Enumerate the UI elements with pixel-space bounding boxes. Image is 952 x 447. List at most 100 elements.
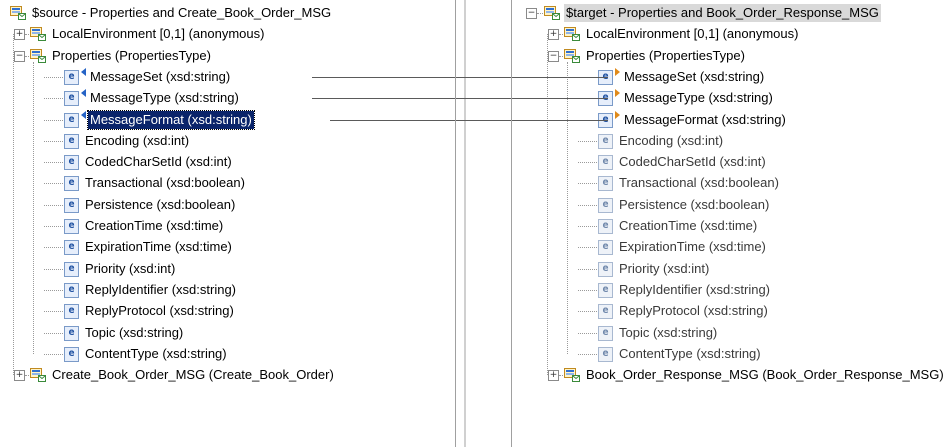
tree-item-label: MessageType (xsd:string) (624, 90, 773, 105)
target-tree: − $target - Properties and Book_Order_Res… (512, 0, 952, 447)
tree-node-group[interactable]: − Properties (PropertiesType) (0, 46, 455, 66)
element-icon: e (598, 134, 613, 149)
expand-toggle-icon[interactable]: + (548, 29, 559, 40)
element-icon: e (64, 240, 79, 255)
element-icon: e (64, 134, 79, 149)
tree-item[interactable]: e ExpirationTime (xsd:time) (512, 237, 952, 257)
expand-toggle-icon[interactable]: + (548, 370, 559, 381)
tree-item-label: ReplyIdentifier (xsd:string) (85, 282, 236, 297)
group-node-label: Properties (PropertiesType) (52, 48, 211, 63)
element-icon: e (64, 91, 79, 106)
tree-item-label: Encoding (xsd:int) (619, 133, 724, 148)
tree-node-group[interactable]: + LocalEnvironment [0,1] (anonymous) (0, 24, 455, 44)
tree-connector-line (44, 98, 63, 99)
group-node-label: LocalEnvironment [0,1] (anonymous) (52, 26, 265, 41)
element-icon: e (598, 240, 613, 255)
expand-toggle-icon[interactable]: + (14, 29, 25, 40)
collapse-toggle-icon[interactable]: − (548, 51, 559, 62)
message-node-label: Create_Book_Order_MSG (Create_Book_Order… (52, 367, 334, 382)
collapse-toggle-icon[interactable]: − (526, 8, 537, 19)
tree-item[interactable]: e ReplyIdentifier (xsd:string) (0, 280, 455, 300)
tree-item[interactable]: e Transactional (xsd:boolean) (0, 173, 455, 193)
tree-item-label: Priority (xsd:int) (619, 261, 710, 276)
tree-item[interactable]: e ContentType (xsd:string) (512, 344, 952, 364)
tree-item[interactable]: e CreationTime (xsd:time) (0, 216, 455, 236)
tree-item[interactable]: e Priority (xsd:int) (512, 259, 952, 279)
element-icon: e (64, 198, 79, 213)
tree-connector-line (44, 333, 63, 334)
tree-item-label: Transactional (xsd:boolean) (619, 175, 779, 190)
tree-node-msg[interactable]: + Book_Order_Response_MSG (Book_Order_Res… (512, 365, 952, 385)
element-icon: e (598, 283, 613, 298)
tree-node-group[interactable]: − Properties (PropertiesType) (512, 46, 952, 66)
properties-icon (30, 49, 46, 63)
tree-item[interactable]: e CodedCharSetId (xsd:int) (512, 152, 952, 172)
mapping-line-source[interactable] (312, 98, 455, 99)
tree-item[interactable]: e Encoding (xsd:int) (512, 131, 952, 151)
tree-node-root[interactable]: − $target - Properties and Book_Order_Res… (512, 3, 952, 23)
tree-root-label: $source - Properties and Create_Book_Ord… (32, 5, 332, 20)
tree-connector-line (44, 247, 63, 248)
tree-connector-line (44, 269, 63, 270)
tree-connector-line (44, 183, 63, 184)
mapping-line-source[interactable] (312, 77, 455, 78)
tree-node-group[interactable]: + LocalEnvironment [0,1] (anonymous) (512, 24, 952, 44)
tree-item[interactable]: e ReplyIdentifier (xsd:string) (512, 280, 952, 300)
tree-item-label: Persistence (xsd:boolean) (85, 197, 236, 212)
message-icon (30, 368, 46, 382)
element-icon: e (598, 155, 613, 170)
element-icon: e (64, 70, 79, 85)
tree-item-label: MessageSet (xsd:string) (90, 69, 231, 84)
mapped-source-marker-icon (81, 111, 86, 119)
tree-connector-line (578, 333, 597, 334)
tree-item[interactable]: e Topic (xsd:string) (512, 323, 952, 343)
mapping-line-source[interactable] (330, 120, 455, 121)
tree-item[interactable]: e Encoding (xsd:int) (0, 131, 455, 151)
tree-item-label: Persistence (xsd:boolean) (619, 197, 770, 212)
mapping-line-target[interactable] (512, 77, 608, 78)
message-node-label: Book_Order_Response_MSG (Book_Order_Resp… (586, 367, 944, 382)
mapping-line-gutter[interactable] (456, 77, 511, 78)
tree-item[interactable]: e ExpirationTime (xsd:time) (0, 237, 455, 257)
tree-connector-line (578, 290, 597, 291)
tree-item[interactable]: e Priority (xsd:int) (0, 259, 455, 279)
tree-item[interactable]: e Topic (xsd:string) (0, 323, 455, 343)
tree-item[interactable]: e Persistence (xsd:boolean) (512, 195, 952, 215)
element-icon: e (64, 219, 79, 234)
element-icon: e (64, 283, 79, 298)
tree-item-label: ExpirationTime (xsd:time) (619, 239, 766, 254)
mapping-line-target[interactable] (512, 98, 608, 99)
tree-item[interactable]: e Transactional (xsd:boolean) (512, 173, 952, 193)
tree-item[interactable]: e CodedCharSetId (xsd:int) (0, 152, 455, 172)
mapping-line-gutter[interactable] (456, 120, 511, 121)
tree-connector-line (44, 205, 63, 206)
tree-item-label: MessageType (xsd:string) (90, 90, 239, 105)
tree-item[interactable]: e ContentType (xsd:string) (0, 344, 455, 364)
mapping-line-target[interactable] (512, 120, 608, 121)
tree-item[interactable]: e ReplyProtocol (xsd:string) (512, 301, 952, 321)
source-tree: $source - Properties and Create_Book_Ord… (0, 0, 455, 447)
element-icon: e (598, 326, 613, 341)
tree-item[interactable]: e Persistence (xsd:boolean) (0, 195, 455, 215)
tree-item[interactable]: e ReplyProtocol (xsd:string) (0, 301, 455, 321)
tree-item-label: ContentType (xsd:string) (85, 346, 227, 361)
expand-toggle-icon[interactable]: + (14, 370, 25, 381)
source-tree-pane[interactable]: $source - Properties and Create_Book_Ord… (0, 0, 455, 447)
pane-divider-sash[interactable] (464, 0, 466, 447)
tree-connector-line (44, 162, 63, 163)
element-icon: e (64, 176, 79, 191)
tree-connector-line (44, 141, 63, 142)
tree-item-label: ReplyProtocol (xsd:string) (85, 303, 234, 318)
tree-node-root[interactable]: $source - Properties and Create_Book_Ord… (0, 3, 455, 23)
tree-root-label: $target - Properties and Book_Order_Resp… (564, 4, 881, 22)
local-environment-icon (30, 27, 46, 41)
collapse-toggle-icon[interactable]: − (14, 51, 25, 62)
tree-connector-line (537, 13, 543, 14)
tree-item-label: Topic (xsd:string) (85, 325, 184, 340)
tree-connector-line (44, 77, 63, 78)
tree-node-msg[interactable]: + Create_Book_Order_MSG (Create_Book_Orde… (0, 365, 455, 385)
tree-item[interactable]: e CreationTime (xsd:time) (512, 216, 952, 236)
tree-item-label: ReplyProtocol (xsd:string) (619, 303, 768, 318)
mapping-line-gutter[interactable] (456, 98, 511, 99)
target-tree-pane[interactable]: − $target - Properties and Book_Order_Res… (512, 0, 952, 447)
